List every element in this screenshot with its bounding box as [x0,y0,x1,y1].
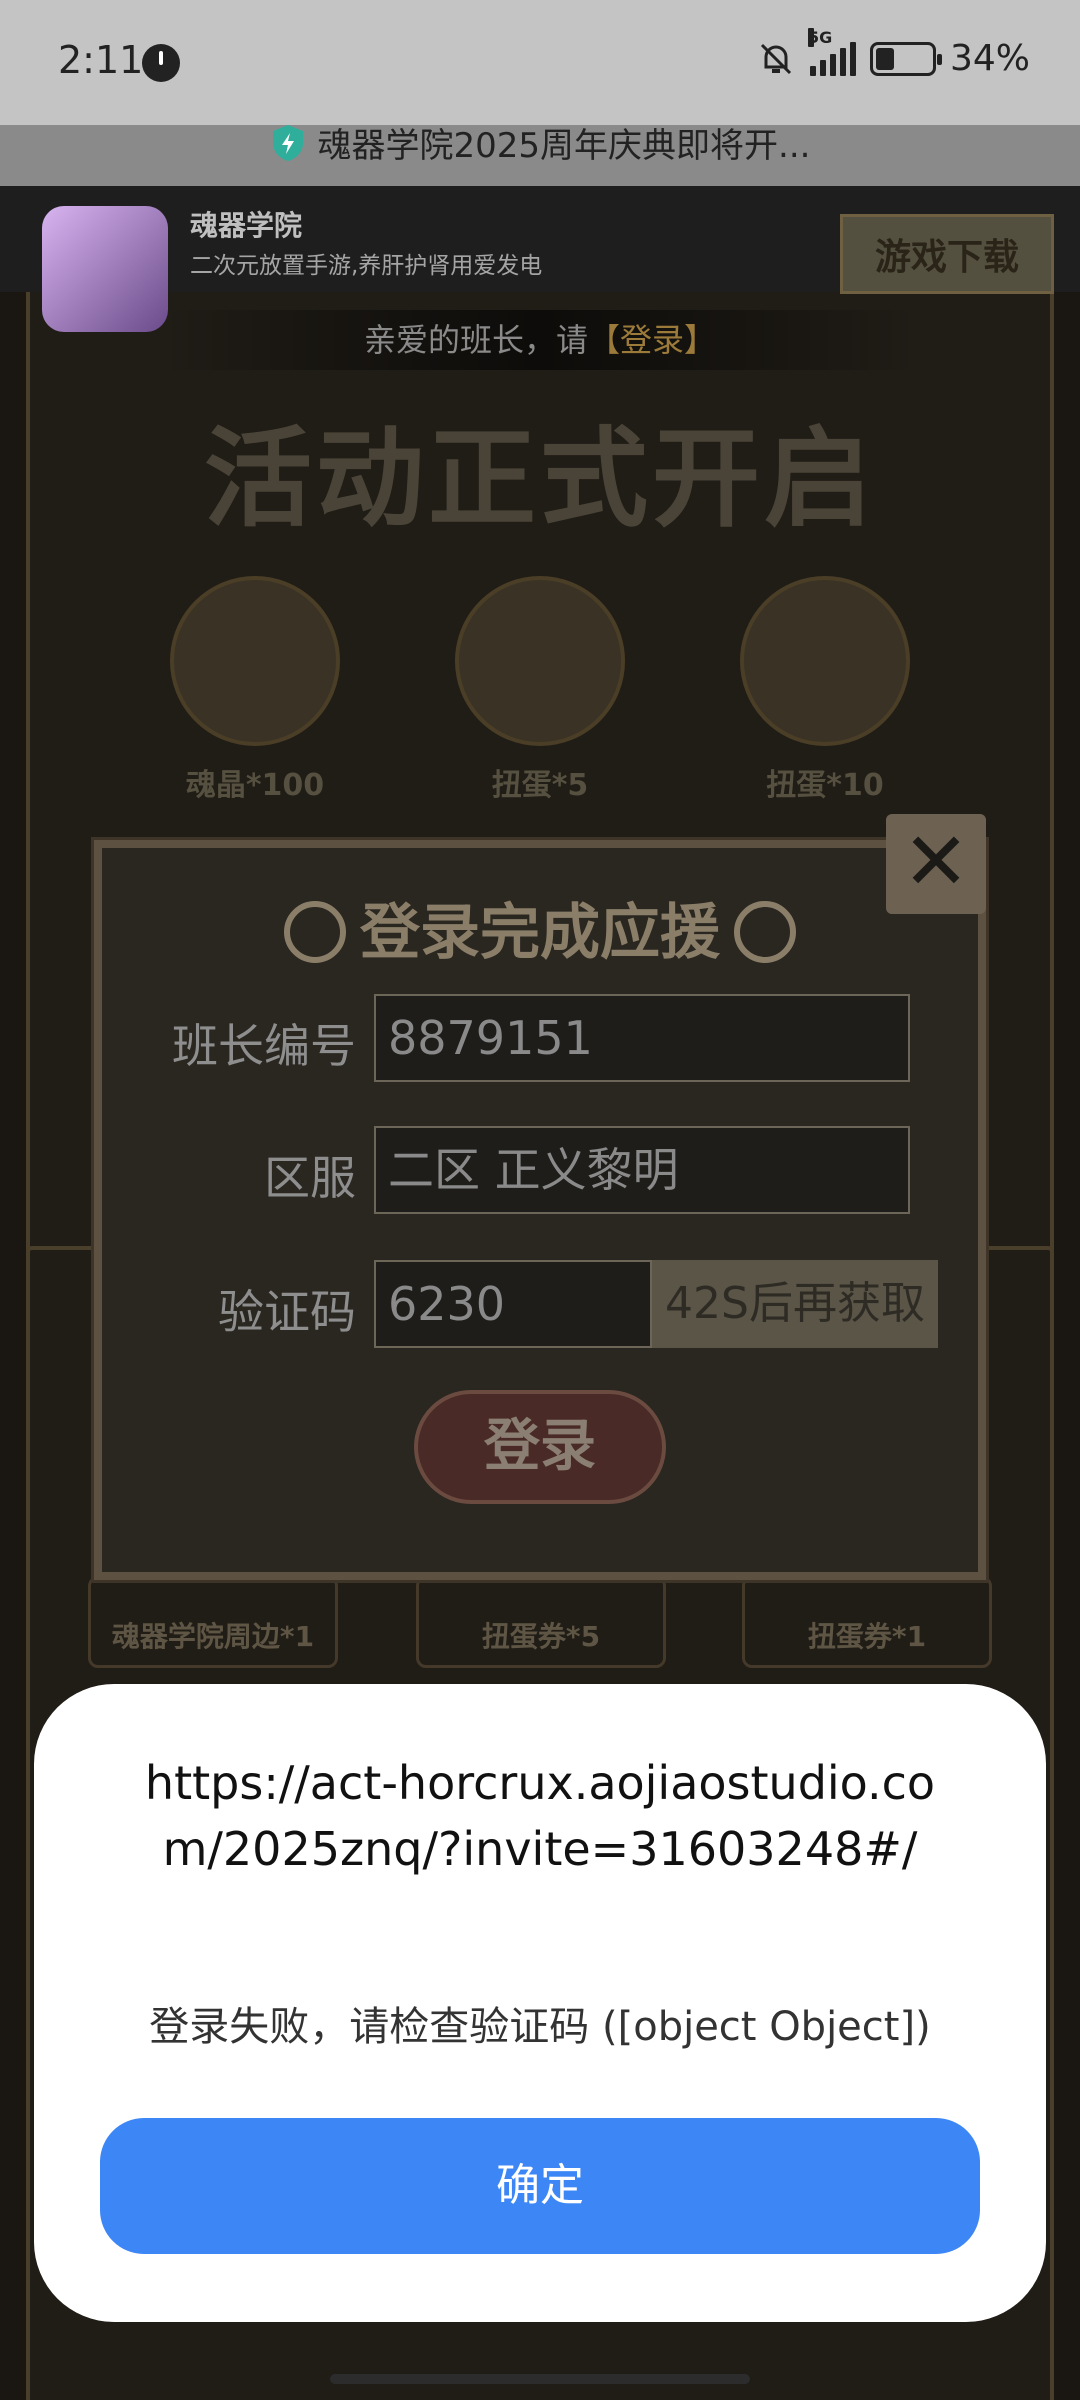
page-title: 魂器学院2025周年庆典即将开... [317,126,811,166]
clock-icon [142,44,180,82]
battery-icon [869,41,942,76]
download-button[interactable]: 游戏下载 [840,214,1054,294]
compass-icon [734,900,796,963]
battery-percent: 34% [949,38,1030,79]
crystal-icon [170,576,340,746]
alert-sheet: https://act-horcrux.aojiaostudio.com/202… [34,1684,1046,2322]
verification-code-field[interactable]: 6230 [374,1260,652,1348]
app-icon[interactable] [42,206,168,332]
login-button[interactable]: 登录 [414,1390,666,1504]
network-label: 5G [807,27,833,47]
reward-item: 扭蛋*5 [455,576,625,804]
reward-item: 扭蛋*10 [740,576,910,804]
signal-icon: 5G [807,27,856,76]
server-select[interactable]: 二区 正义黎明 [374,1126,910,1214]
gacha-ticket-icon [455,576,625,746]
server-label: 区服 [264,1151,356,1205]
reward-label: 扭蛋*10 [766,768,884,803]
confirm-button[interactable]: 确定 [100,2118,980,2254]
prize-item: 扭蛋券*5 [416,1576,666,1668]
reward-item: 魂晶*100 [170,576,340,804]
compass-icon [284,900,346,963]
gacha-ticket-icon [740,576,910,746]
reward-label: 扭蛋*5 [491,768,589,803]
close-button[interactable]: ✕ [886,814,986,914]
status-icons: 5G 34% [756,27,1030,79]
event-title: 活动正式开启 [203,416,876,542]
status-bar: 2:11 5G 34% 魂器学院2025周年庆典即将开... [0,0,1080,166]
shield-icon [270,123,306,163]
bell-off-icon [756,39,796,79]
alert-message: 登录失败，请检查验证码 ([object Object]) [149,2004,931,2050]
prize-item: 魂器学院周边*1 [88,1576,338,1668]
id-label: 班长编号 [172,1019,356,1073]
app-name: 魂器学院 [190,209,303,242]
id-field[interactable]: 8879151 [374,994,910,1082]
login-hint: 亲爱的班长，请【登录】 [160,310,920,370]
app-banner: 魂器学院 二次元放置手游,养肝护肾用爱发电 游戏下载 [0,186,1080,332]
dialog-title-row: 登录完成应援 [102,884,978,971]
prize-item: 扭蛋券*1 [742,1576,992,1668]
resend-code-button[interactable]: 42S后再获取 [652,1260,938,1348]
app-description: 二次元放置手游,养肝护肾用爱发电 [190,253,543,279]
login-hint-text: 亲爱的班长，请 [363,321,588,359]
gesture-bar[interactable] [330,2374,750,2384]
page-title-bar: 魂器学院2025周年庆典即将开... [0,118,1080,167]
reward-label: 魂晶*100 [185,768,325,803]
dialog-title: 登录完成应援 [360,898,720,968]
alert-url: https://act-horcrux.aojiaostudio.com/202… [144,1756,936,1876]
login-hint-link[interactable]: 【登录】 [588,321,716,359]
code-label: 验证码 [218,1285,356,1339]
status-time: 2:11 [58,38,144,82]
